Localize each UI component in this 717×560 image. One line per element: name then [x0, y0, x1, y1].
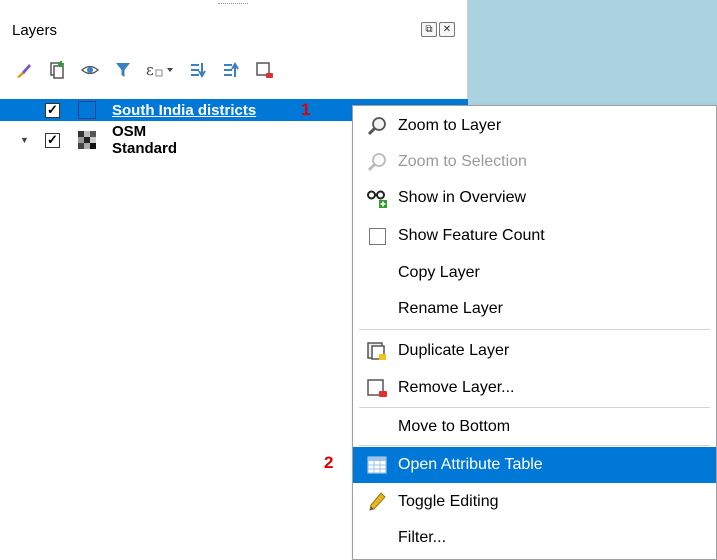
menu-item-show-feature-count[interactable]: Show Feature Count: [353, 218, 716, 254]
layer-name: South India districts: [112, 101, 257, 119]
zoom-magnifier-icon: [366, 115, 388, 137]
layer-context-menu: Zoom to Layer Zoom to Selection Show in …: [352, 105, 717, 560]
filter-funnel-icon[interactable]: [109, 58, 136, 82]
svg-text:ε: ε: [146, 61, 154, 79]
layer-visibility-checkbox[interactable]: ✓: [45, 132, 60, 148]
menu-item-move-to-bottom[interactable]: Move to Bottom: [353, 409, 716, 445]
menu-item-show-in-overview[interactable]: Show in Overview: [353, 180, 716, 216]
float-icon[interactable]: ⧉: [421, 22, 437, 37]
feature-count-checkbox[interactable]: [366, 225, 388, 247]
menu-separator: [359, 407, 710, 408]
remove-layer-icon: [366, 377, 388, 399]
panel-title: Layers: [12, 22, 58, 39]
menu-item-zoom-to-selection[interactable]: Zoom to Selection: [353, 144, 716, 180]
menu-item-toggle-editing[interactable]: Toggle Editing: [353, 484, 716, 520]
menu-item-duplicate-layer[interactable]: Duplicate Layer: [353, 333, 716, 369]
layer-name: OSM Standard: [112, 123, 178, 157]
menu-item-remove-layer[interactable]: Remove Layer...: [353, 370, 716, 406]
layers-toolbar: ε: [10, 58, 283, 82]
menu-item-copy-layer[interactable]: Copy Layer: [353, 255, 716, 291]
visibility-eye-icon[interactable]: [76, 58, 103, 82]
close-icon[interactable]: ✕: [439, 22, 455, 37]
menu-item-rename-layer[interactable]: Rename Layer: [353, 291, 716, 327]
pencil-icon: [366, 491, 388, 513]
menu-item-zoom-to-layer[interactable]: Zoom to Layer: [353, 108, 716, 144]
attribute-table-icon: [366, 454, 388, 476]
menu-separator: [359, 329, 710, 330]
zoom-selection-icon: [366, 151, 388, 173]
polygon-symbol-icon: [78, 101, 96, 119]
remove-layer-icon[interactable]: [250, 58, 277, 82]
layer-visibility-checkbox[interactable]: ✓: [45, 102, 60, 118]
step-marker-1: 1: [301, 100, 311, 119]
expression-filter-icon[interactable]: ε: [142, 58, 178, 82]
chevron-down-icon[interactable]: ▼: [20, 135, 29, 145]
step-marker-2: 2: [324, 453, 334, 472]
raster-tile-icon: [78, 131, 96, 149]
collapse-all-icon[interactable]: [217, 58, 244, 82]
add-group-icon[interactable]: [43, 58, 70, 82]
menu-separator: [359, 445, 710, 446]
overview-glasses-icon: [366, 187, 388, 209]
menu-item-open-attribute-table[interactable]: Open Attribute Table: [353, 447, 716, 483]
menu-item-filter[interactable]: Filter...: [353, 520, 716, 556]
style-brush-icon[interactable]: [10, 58, 37, 82]
duplicate-layer-icon: [366, 340, 388, 362]
expand-all-icon[interactable]: [184, 58, 211, 82]
panel-drag-handle[interactable]: [218, 3, 248, 5]
